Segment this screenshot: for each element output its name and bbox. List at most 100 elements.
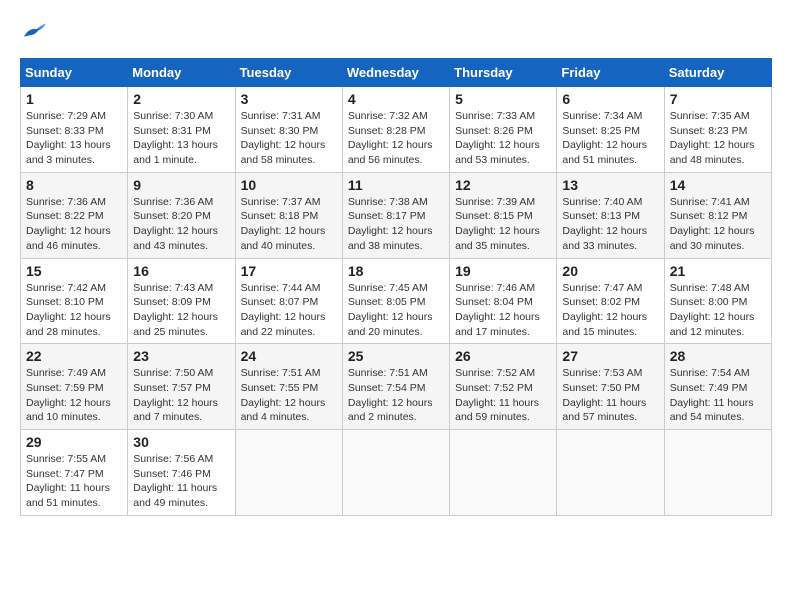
day-info: Sunrise: 7:56 AMSunset: 7:46 PMDaylight:…: [133, 452, 229, 511]
day-info: Sunrise: 7:34 AMSunset: 8:25 PMDaylight:…: [562, 109, 658, 168]
day-info: Sunrise: 7:38 AMSunset: 8:17 PMDaylight:…: [348, 195, 444, 254]
calendar-cell: 29 Sunrise: 7:55 AMSunset: 7:47 PMDaylig…: [21, 430, 128, 516]
day-info: Sunrise: 7:55 AMSunset: 7:47 PMDaylight:…: [26, 452, 122, 511]
day-info: Sunrise: 7:33 AMSunset: 8:26 PMDaylight:…: [455, 109, 551, 168]
day-info: Sunrise: 7:46 AMSunset: 8:04 PMDaylight:…: [455, 281, 551, 340]
calendar-cell: 25 Sunrise: 7:51 AMSunset: 7:54 PMDaylig…: [342, 344, 449, 430]
calendar-cell: 21 Sunrise: 7:48 AMSunset: 8:00 PMDaylig…: [664, 258, 771, 344]
day-number: 27: [562, 348, 658, 364]
day-info: Sunrise: 7:49 AMSunset: 7:59 PMDaylight:…: [26, 366, 122, 425]
logo: [20, 20, 52, 42]
day-number: 23: [133, 348, 229, 364]
weekday-header: Wednesday: [342, 59, 449, 87]
weekday-header: Monday: [128, 59, 235, 87]
day-info: Sunrise: 7:43 AMSunset: 8:09 PMDaylight:…: [133, 281, 229, 340]
day-info: Sunrise: 7:36 AMSunset: 8:22 PMDaylight:…: [26, 195, 122, 254]
day-info: Sunrise: 7:53 AMSunset: 7:50 PMDaylight:…: [562, 366, 658, 425]
day-info: Sunrise: 7:40 AMSunset: 8:13 PMDaylight:…: [562, 195, 658, 254]
day-info: Sunrise: 7:51 AMSunset: 7:55 PMDaylight:…: [241, 366, 337, 425]
day-number: 17: [241, 263, 337, 279]
day-number: 26: [455, 348, 551, 364]
day-info: Sunrise: 7:47 AMSunset: 8:02 PMDaylight:…: [562, 281, 658, 340]
calendar-cell: 14 Sunrise: 7:41 AMSunset: 8:12 PMDaylig…: [664, 172, 771, 258]
logo-icon: [20, 20, 48, 42]
calendar-week-row: 15 Sunrise: 7:42 AMSunset: 8:10 PMDaylig…: [21, 258, 772, 344]
day-info: Sunrise: 7:51 AMSunset: 7:54 PMDaylight:…: [348, 366, 444, 425]
calendar-cell: 3 Sunrise: 7:31 AMSunset: 8:30 PMDayligh…: [235, 87, 342, 173]
day-info: Sunrise: 7:52 AMSunset: 7:52 PMDaylight:…: [455, 366, 551, 425]
day-number: 8: [26, 177, 122, 193]
calendar-cell: 10 Sunrise: 7:37 AMSunset: 8:18 PMDaylig…: [235, 172, 342, 258]
calendar-cell: 20 Sunrise: 7:47 AMSunset: 8:02 PMDaylig…: [557, 258, 664, 344]
day-info: Sunrise: 7:30 AMSunset: 8:31 PMDaylight:…: [133, 109, 229, 168]
day-number: 25: [348, 348, 444, 364]
day-info: Sunrise: 7:44 AMSunset: 8:07 PMDaylight:…: [241, 281, 337, 340]
day-number: 2: [133, 91, 229, 107]
day-number: 1: [26, 91, 122, 107]
day-number: 30: [133, 434, 229, 450]
calendar-cell: 6 Sunrise: 7:34 AMSunset: 8:25 PMDayligh…: [557, 87, 664, 173]
day-number: 12: [455, 177, 551, 193]
calendar-table: SundayMondayTuesdayWednesdayThursdayFrid…: [20, 58, 772, 516]
day-number: 14: [670, 177, 766, 193]
calendar-week-row: 1 Sunrise: 7:29 AMSunset: 8:33 PMDayligh…: [21, 87, 772, 173]
calendar-cell: 16 Sunrise: 7:43 AMSunset: 8:09 PMDaylig…: [128, 258, 235, 344]
day-info: Sunrise: 7:54 AMSunset: 7:49 PMDaylight:…: [670, 366, 766, 425]
calendar-week-row: 8 Sunrise: 7:36 AMSunset: 8:22 PMDayligh…: [21, 172, 772, 258]
calendar-cell: 12 Sunrise: 7:39 AMSunset: 8:15 PMDaylig…: [450, 172, 557, 258]
calendar-cell: 9 Sunrise: 7:36 AMSunset: 8:20 PMDayligh…: [128, 172, 235, 258]
day-info: Sunrise: 7:48 AMSunset: 8:00 PMDaylight:…: [670, 281, 766, 340]
calendar-week-row: 22 Sunrise: 7:49 AMSunset: 7:59 PMDaylig…: [21, 344, 772, 430]
day-info: Sunrise: 7:41 AMSunset: 8:12 PMDaylight:…: [670, 195, 766, 254]
day-info: Sunrise: 7:32 AMSunset: 8:28 PMDaylight:…: [348, 109, 444, 168]
day-number: 22: [26, 348, 122, 364]
calendar-cell: 1 Sunrise: 7:29 AMSunset: 8:33 PMDayligh…: [21, 87, 128, 173]
calendar-cell: [235, 430, 342, 516]
day-info: Sunrise: 7:42 AMSunset: 8:10 PMDaylight:…: [26, 281, 122, 340]
weekday-header: Saturday: [664, 59, 771, 87]
calendar-cell: 17 Sunrise: 7:44 AMSunset: 8:07 PMDaylig…: [235, 258, 342, 344]
day-number: 7: [670, 91, 766, 107]
day-info: Sunrise: 7:50 AMSunset: 7:57 PMDaylight:…: [133, 366, 229, 425]
day-info: Sunrise: 7:29 AMSunset: 8:33 PMDaylight:…: [26, 109, 122, 168]
day-number: 5: [455, 91, 551, 107]
calendar-cell: 8 Sunrise: 7:36 AMSunset: 8:22 PMDayligh…: [21, 172, 128, 258]
calendar-cell: 27 Sunrise: 7:53 AMSunset: 7:50 PMDaylig…: [557, 344, 664, 430]
calendar-cell: 18 Sunrise: 7:45 AMSunset: 8:05 PMDaylig…: [342, 258, 449, 344]
weekday-header: Sunday: [21, 59, 128, 87]
day-number: 15: [26, 263, 122, 279]
calendar-week-row: 29 Sunrise: 7:55 AMSunset: 7:47 PMDaylig…: [21, 430, 772, 516]
calendar-cell: [664, 430, 771, 516]
day-number: 4: [348, 91, 444, 107]
calendar-cell: [557, 430, 664, 516]
day-info: Sunrise: 7:45 AMSunset: 8:05 PMDaylight:…: [348, 281, 444, 340]
day-info: Sunrise: 7:37 AMSunset: 8:18 PMDaylight:…: [241, 195, 337, 254]
calendar-cell: 13 Sunrise: 7:40 AMSunset: 8:13 PMDaylig…: [557, 172, 664, 258]
calendar-cell: 30 Sunrise: 7:56 AMSunset: 7:46 PMDaylig…: [128, 430, 235, 516]
day-info: Sunrise: 7:35 AMSunset: 8:23 PMDaylight:…: [670, 109, 766, 168]
day-number: 13: [562, 177, 658, 193]
day-number: 29: [26, 434, 122, 450]
calendar-cell: 5 Sunrise: 7:33 AMSunset: 8:26 PMDayligh…: [450, 87, 557, 173]
calendar-cell: 22 Sunrise: 7:49 AMSunset: 7:59 PMDaylig…: [21, 344, 128, 430]
page-header: [20, 20, 772, 42]
day-info: Sunrise: 7:39 AMSunset: 8:15 PMDaylight:…: [455, 195, 551, 254]
calendar-cell: 2 Sunrise: 7:30 AMSunset: 8:31 PMDayligh…: [128, 87, 235, 173]
calendar-header-row: SundayMondayTuesdayWednesdayThursdayFrid…: [21, 59, 772, 87]
calendar-cell: 4 Sunrise: 7:32 AMSunset: 8:28 PMDayligh…: [342, 87, 449, 173]
day-number: 24: [241, 348, 337, 364]
day-number: 28: [670, 348, 766, 364]
day-number: 19: [455, 263, 551, 279]
calendar-cell: 15 Sunrise: 7:42 AMSunset: 8:10 PMDaylig…: [21, 258, 128, 344]
calendar-cell: 23 Sunrise: 7:50 AMSunset: 7:57 PMDaylig…: [128, 344, 235, 430]
day-number: 21: [670, 263, 766, 279]
calendar-cell: [342, 430, 449, 516]
calendar-cell: 19 Sunrise: 7:46 AMSunset: 8:04 PMDaylig…: [450, 258, 557, 344]
weekday-header: Tuesday: [235, 59, 342, 87]
calendar-cell: 26 Sunrise: 7:52 AMSunset: 7:52 PMDaylig…: [450, 344, 557, 430]
weekday-header: Thursday: [450, 59, 557, 87]
day-info: Sunrise: 7:36 AMSunset: 8:20 PMDaylight:…: [133, 195, 229, 254]
day-number: 10: [241, 177, 337, 193]
day-number: 18: [348, 263, 444, 279]
day-info: Sunrise: 7:31 AMSunset: 8:30 PMDaylight:…: [241, 109, 337, 168]
